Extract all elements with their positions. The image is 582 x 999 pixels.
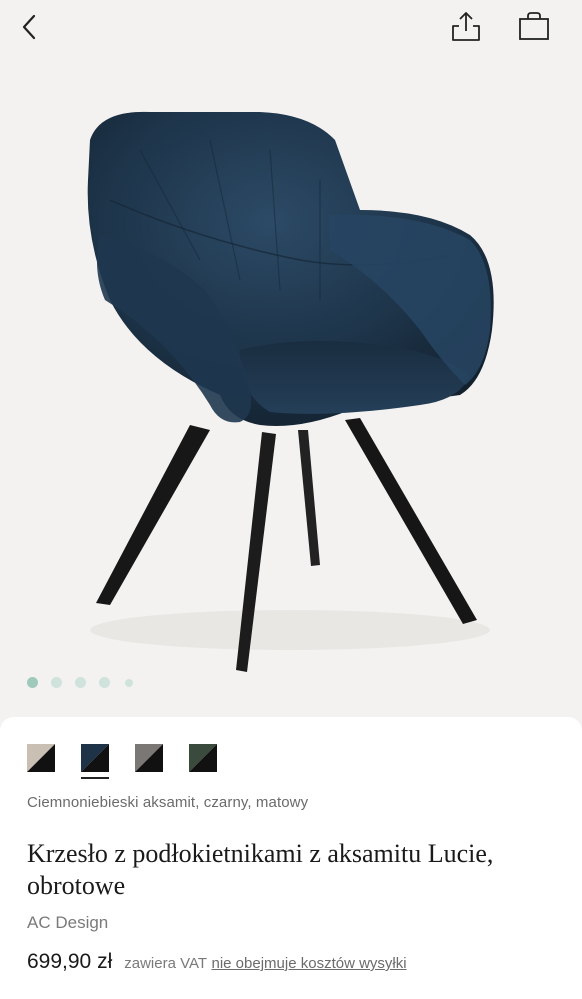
pagination-dot[interactable] (75, 677, 86, 688)
product-title: Krzesło z podłokietnikami z aksamitu Luc… (27, 839, 494, 900)
swatch-dark-green[interactable] (189, 744, 217, 772)
pagination-dot-active[interactable] (27, 677, 38, 688)
pagination-dot[interactable] (125, 678, 133, 687)
variant-label: Ciemnoniebieski aksamit, czarny, matowy (27, 794, 309, 811)
vat-note: zawiera VAT (124, 955, 208, 972)
product-details-sheet: Ciemnoniebieski aksamit, czarny, matowy … (0, 717, 582, 999)
swatch-beige[interactable] (27, 744, 55, 772)
top-bar (0, 0, 582, 56)
chair-illustration (87, 111, 494, 672)
pagination-dot[interactable] (51, 677, 62, 688)
pagination-dot[interactable] (99, 677, 110, 688)
selected-swatch-indicator (81, 777, 109, 779)
swatch-grey[interactable] (135, 744, 163, 772)
product-image[interactable] (0, 56, 582, 716)
share-icon[interactable] (450, 10, 482, 42)
product-brand[interactable]: AC Design (27, 913, 108, 933)
vat-info: zawiera VAT nie obejmuje kosztów wysyłki (124, 955, 406, 973)
swatch-dark-blue-selected[interactable] (81, 744, 109, 779)
product-price: 699,90 zł (27, 950, 113, 973)
chevron-left-icon[interactable] (18, 12, 46, 42)
shipping-costs-link[interactable]: nie obejmuje kosztów wysyłki (212, 955, 407, 972)
price-row: 699,90 zł zawiera VAT nie obejmuje koszt… (27, 950, 407, 974)
gallery-pagination (27, 677, 133, 688)
shopping-bag-icon[interactable] (517, 11, 551, 41)
color-swatches (27, 744, 217, 779)
